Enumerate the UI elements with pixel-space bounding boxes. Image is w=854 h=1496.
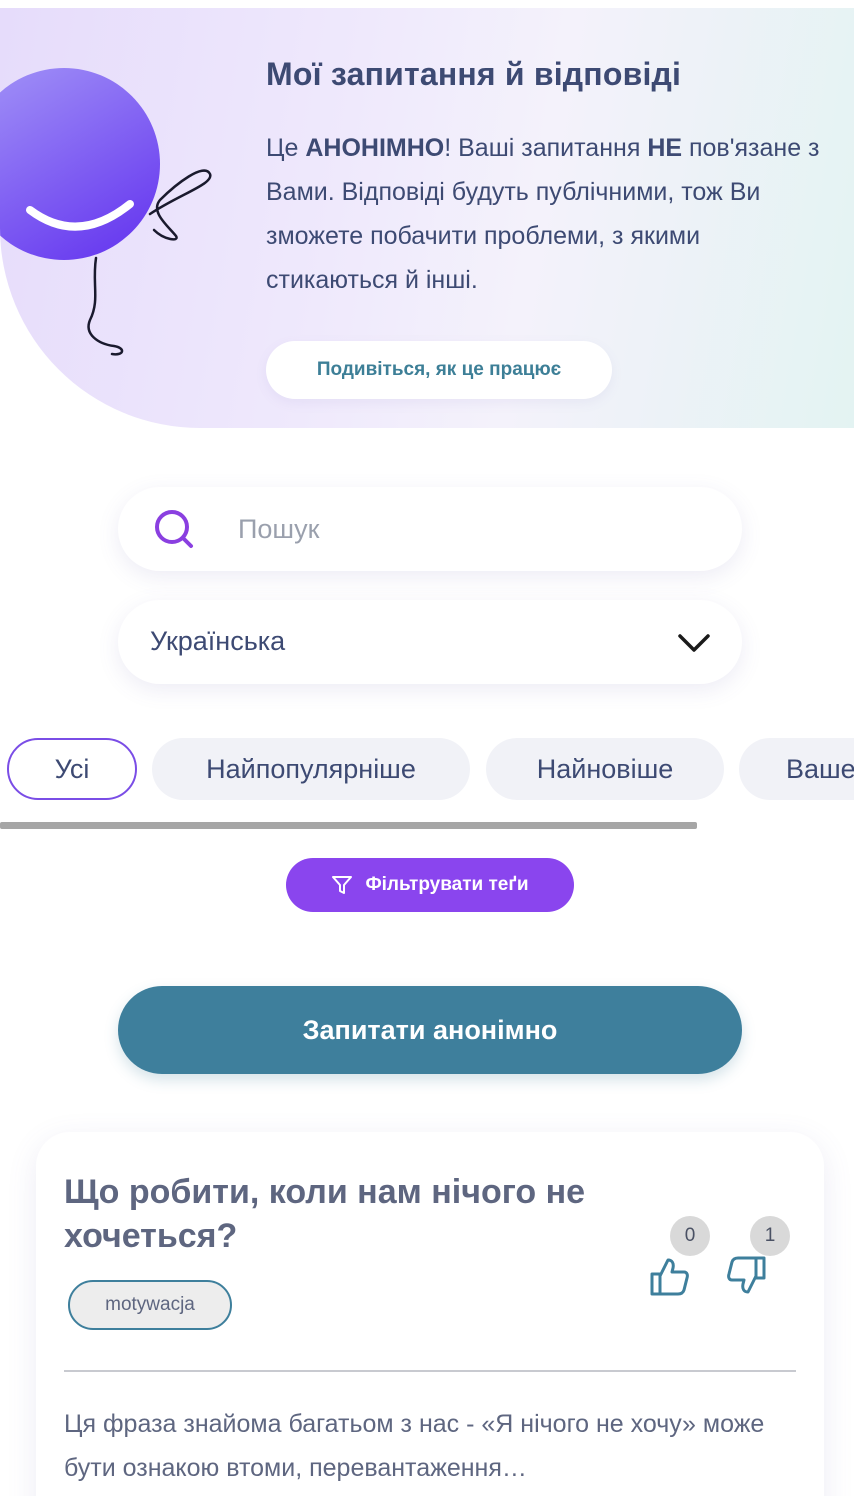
page-title: Мої запитання й відповіді — [266, 56, 682, 92]
hero-text-bold: АНОНІМНО — [305, 134, 445, 162]
question-excerpt: Ця фраза знайома багатьом з нас - «Я ніч… — [64, 1410, 765, 1482]
question-tag[interactable]: motywacja — [68, 1280, 232, 1330]
ask-anonymously-button[interactable]: Запитати анонімно — [118, 986, 742, 1074]
hero-text-part: Це — [266, 134, 306, 162]
tab-most-popular[interactable]: Найпопулярніше — [152, 738, 470, 800]
card-divider — [64, 1370, 796, 1372]
hero-text-bold: НЕ — [647, 134, 683, 162]
filter-tags-button[interactable]: Фільтрувати теґи — [286, 858, 574, 912]
thumbs-up-icon — [650, 1258, 689, 1296]
language-selected-value: Українська — [150, 626, 286, 656]
hero-banner: Мої запитання й відповіді Це АНОНІМНО! В… — [0, 8, 854, 428]
filter-tags-label: Фільтрувати теґи — [365, 874, 529, 895]
thumbs-down-icon — [727, 1256, 766, 1294]
tabs-scrollbar[interactable] — [0, 822, 697, 829]
search-bar[interactable] — [118, 487, 742, 571]
mascot-illustration — [0, 68, 212, 356]
tab-all[interactable]: Усі — [7, 738, 137, 800]
dislike-button[interactable]: 1 — [724, 1216, 790, 1298]
chevron-down-icon — [678, 634, 710, 652]
language-select[interactable]: Українська — [118, 600, 742, 684]
sort-tabs: Усі Найпопулярніше Найновіше Ваше — [0, 738, 854, 800]
tab-yours[interactable]: Ваше — [739, 738, 854, 800]
how-it-works-button[interactable]: Подивіться, як це працює — [266, 341, 612, 399]
funnel-icon — [332, 876, 353, 894]
tab-newest[interactable]: Найновіше — [486, 738, 724, 800]
question-card[interactable]: Що робити, коли нам нічого не хочеться? … — [36, 1132, 824, 1496]
hero-text-part: ! Ваші запитання — [444, 134, 648, 162]
search-icon — [155, 510, 193, 548]
question-title[interactable]: Що робити, коли нам нічого не хочеться? — [64, 1170, 644, 1258]
like-count: 0 — [670, 1216, 710, 1256]
search-input[interactable] — [238, 507, 718, 551]
hero-description: Це АНОНІМНО! Ваші запитання НЕ пов'язане… — [266, 126, 826, 302]
like-button[interactable]: 0 — [648, 1216, 710, 1298]
dislike-count: 1 — [750, 1216, 790, 1256]
